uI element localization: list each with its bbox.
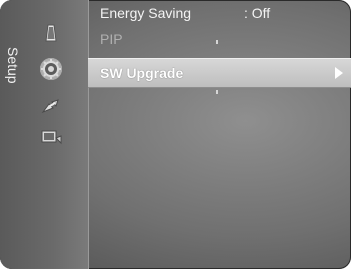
- tv-menu-screen: Setup Energy Saving: Off PIP SW Upgrade: [0, 0, 351, 269]
- setup-menu-pane: Energy Saving : Off PIP SW Upgrade: [88, 0, 351, 269]
- submenu-arrow-icon: [335, 67, 343, 79]
- menu-item-value: : Off: [244, 5, 271, 21]
- category-rail: Setup: [0, 0, 89, 269]
- divider-tick: [216, 90, 218, 94]
- setup-gear-icon[interactable]: [38, 56, 64, 82]
- menu-item-energy-saving[interactable]: Energy Saving : Off: [88, 0, 351, 26]
- satellite-icon[interactable]: [38, 96, 64, 118]
- menu-item-label: Energy Saving: [100, 5, 192, 21]
- setup-category-label: Setup: [5, 46, 21, 84]
- menu-item-label: PIP: [100, 31, 123, 47]
- input-icon[interactable]: [38, 126, 64, 148]
- menu-item-sw-upgrade[interactable]: SW Upgrade: [88, 58, 351, 88]
- menu-item-label: SW Upgrade: [100, 65, 184, 81]
- picture-icon[interactable]: [38, 22, 64, 44]
- menu-item-pip[interactable]: PIP: [88, 26, 351, 52]
